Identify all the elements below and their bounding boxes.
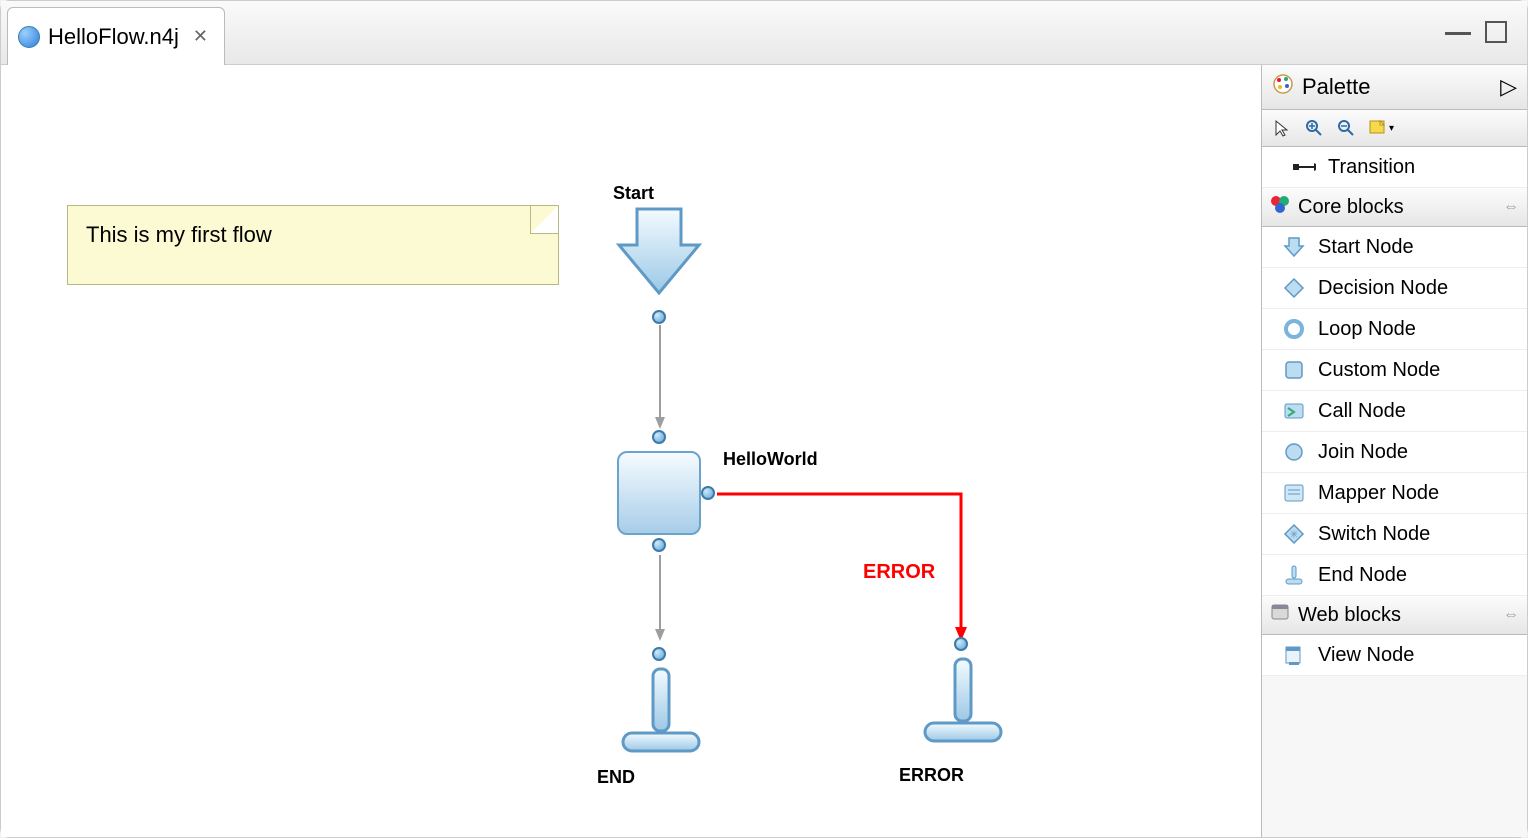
custom-node-icon xyxy=(1282,358,1306,382)
end-node-icon xyxy=(1282,563,1306,587)
end-in-port[interactable] xyxy=(652,647,666,661)
end-node[interactable] xyxy=(619,665,703,757)
palette-item-join-node[interactable]: Join Node xyxy=(1262,432,1527,473)
palette-item-switch-node[interactable]: ✳ Switch Node xyxy=(1262,514,1527,555)
pin-icon[interactable]: ⇔ xyxy=(1503,198,1519,216)
hello-world-node[interactable] xyxy=(617,451,701,535)
globe-icon xyxy=(18,26,40,48)
palette-item-loop-node[interactable]: Loop Node xyxy=(1262,309,1527,350)
loop-node-icon xyxy=(1282,317,1306,341)
decision-node-icon xyxy=(1282,276,1306,300)
palette-item-view-node[interactable]: View Node xyxy=(1262,635,1527,676)
switch-node-icon: ✳ xyxy=(1282,522,1306,546)
error-in-port[interactable] xyxy=(954,637,968,651)
palette-item-label: Decision Node xyxy=(1318,277,1448,300)
start-node-icon xyxy=(1282,235,1306,259)
zoom-in-button[interactable] xyxy=(1300,114,1328,142)
core-blocks-icon xyxy=(1270,194,1290,220)
web-blocks-title: Web blocks xyxy=(1298,604,1401,627)
call-node-icon xyxy=(1282,399,1306,423)
palette-item-label: View Node xyxy=(1318,644,1414,667)
palette-header[interactable]: Palette ▷ xyxy=(1262,65,1527,110)
palette-item-call-node[interactable]: Call Node xyxy=(1262,391,1527,432)
error-node-label: ERROR xyxy=(899,765,964,786)
start-node[interactable] xyxy=(615,205,703,293)
palette-item-label: Call Node xyxy=(1318,400,1406,423)
palette-item-label: End Node xyxy=(1318,564,1407,587)
palette-item-start-node[interactable]: Start Node xyxy=(1262,227,1527,268)
palette-title: Palette xyxy=(1302,74,1371,100)
palette-transition-label: Transition xyxy=(1328,156,1415,179)
note-tool-button[interactable]: ▾ xyxy=(1364,114,1399,142)
pin-icon[interactable]: ⇔ xyxy=(1503,606,1519,624)
palette-item-label: Join Node xyxy=(1318,441,1408,464)
window-controls xyxy=(1445,21,1507,43)
palette-item-decision-node[interactable]: Decision Node xyxy=(1262,268,1527,309)
join-node-icon xyxy=(1282,440,1306,464)
palette-icon xyxy=(1272,73,1294,101)
edge-hello-to-end xyxy=(653,555,673,645)
edge-start-to-hello xyxy=(653,325,673,435)
hello-world-label: HelloWorld xyxy=(723,449,818,470)
zoom-out-button[interactable] xyxy=(1332,114,1360,142)
close-tab-icon[interactable]: ✕ xyxy=(193,26,208,47)
palette-section-web[interactable]: Web blocks ⇔ xyxy=(1262,596,1527,635)
transition-icon xyxy=(1292,155,1316,179)
svg-text:✳: ✳ xyxy=(1289,529,1298,541)
mapper-node-icon xyxy=(1282,481,1306,505)
minimize-icon[interactable] xyxy=(1445,29,1471,35)
sticky-note-text: This is my first flow xyxy=(86,222,272,247)
end-node-label: END xyxy=(597,767,635,788)
editor-tab[interactable]: HelloFlow.n4j ✕ xyxy=(7,7,225,65)
content-area: This is my first flow Start HelloWorld xyxy=(1,65,1527,837)
tab-filename: HelloFlow.n4j xyxy=(48,24,179,50)
palette-panel: Palette ▷ ▾ Transition xyxy=(1261,65,1527,837)
palette-item-label: Mapper Node xyxy=(1318,482,1439,505)
palette-item-end-node[interactable]: End Node xyxy=(1262,555,1527,596)
flow-canvas[interactable]: This is my first flow Start HelloWorld xyxy=(1,65,1261,837)
titlebar: HelloFlow.n4j ✕ xyxy=(1,1,1527,65)
web-blocks-icon xyxy=(1270,602,1290,628)
error-edge-label: ERROR xyxy=(863,561,935,584)
start-node-label: Start xyxy=(613,183,654,204)
maximize-icon[interactable] xyxy=(1485,21,1507,43)
sticky-note[interactable]: This is my first flow xyxy=(67,205,559,285)
hello-out-port[interactable] xyxy=(652,538,666,552)
core-blocks-title: Core blocks xyxy=(1298,196,1404,219)
collapse-palette-icon[interactable]: ▷ xyxy=(1500,74,1517,100)
selection-tool-button[interactable] xyxy=(1268,114,1296,142)
palette-transition[interactable]: Transition xyxy=(1262,147,1527,188)
note-fold-icon xyxy=(530,206,558,234)
hello-in-port[interactable] xyxy=(652,430,666,444)
palette-item-label: Switch Node xyxy=(1318,523,1430,546)
palette-item-label: Custom Node xyxy=(1318,359,1440,382)
palette-item-mapper-node[interactable]: Mapper Node xyxy=(1262,473,1527,514)
palette-item-label: Loop Node xyxy=(1318,318,1416,341)
error-node[interactable] xyxy=(921,655,1005,747)
view-node-icon xyxy=(1282,643,1306,667)
palette-item-label: Start Node xyxy=(1318,236,1414,259)
start-out-port[interactable] xyxy=(652,310,666,324)
palette-toolbar: ▾ xyxy=(1262,110,1527,147)
palette-item-custom-node[interactable]: Custom Node xyxy=(1262,350,1527,391)
palette-section-core[interactable]: Core blocks ⇔ xyxy=(1262,188,1527,227)
